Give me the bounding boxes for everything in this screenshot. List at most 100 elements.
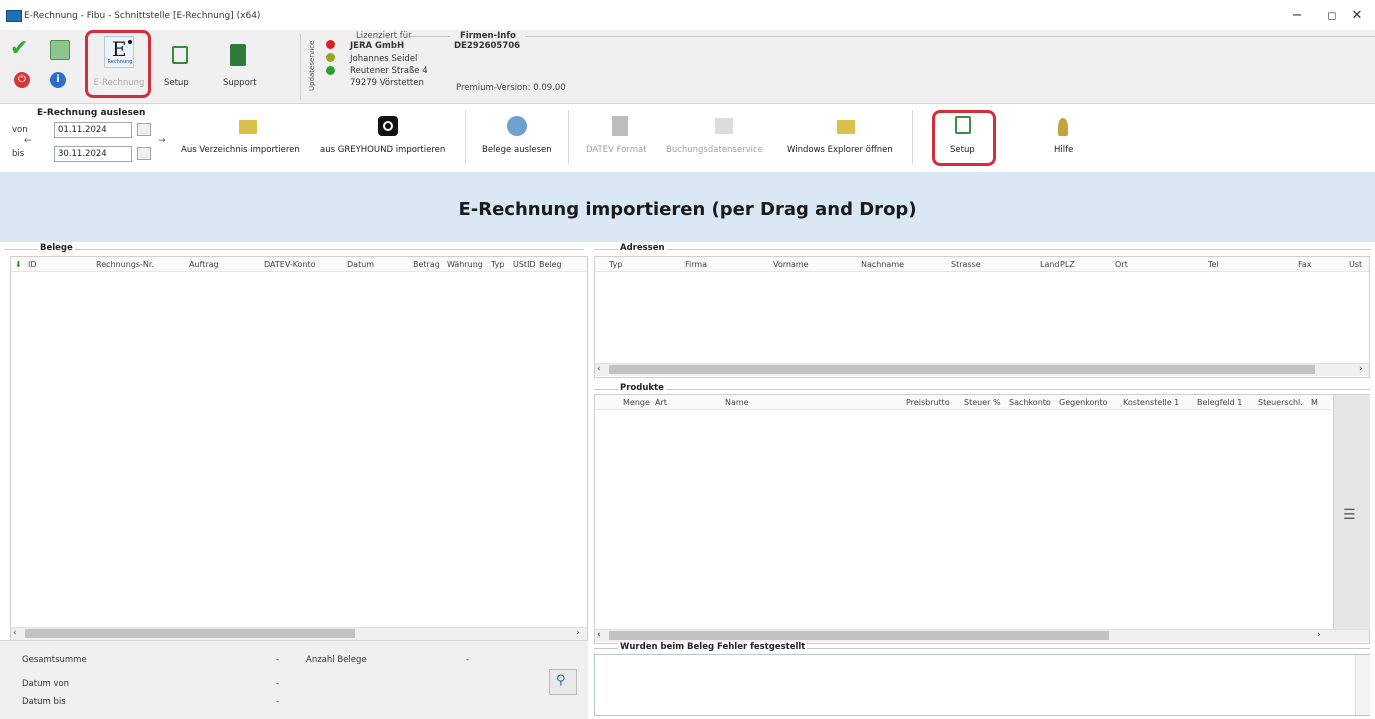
fehler-textbox[interactable]: [594, 654, 1370, 716]
scroll-thumb[interactable]: [609, 365, 1315, 374]
title-bar: E-Rechnung - Fibu - Schnittstelle [E-Rec…: [0, 0, 1375, 30]
column-header[interactable]: UStID: [513, 260, 536, 269]
save-icon[interactable]: [50, 40, 70, 60]
gears-icon: [507, 116, 527, 136]
column-header[interactable]: Rechnungs-Nr.: [96, 260, 154, 269]
belege-auslesen-button[interactable]: Belege auslesen: [482, 145, 552, 155]
minimize-button[interactable]: −: [1280, 6, 1314, 26]
hilfe-button[interactable]: Hilfe: [1054, 145, 1073, 155]
column-header[interactable]: Typ: [491, 260, 504, 269]
scroll-left-icon[interactable]: ‹: [13, 628, 17, 638]
column-header[interactable]: DATEV-Konto: [264, 260, 316, 269]
adressen-title: Adressen: [618, 243, 667, 253]
app-icon: [6, 10, 22, 22]
produkte-table[interactable]: Menge Art Name Preisbrutto Steuer % Sach…: [594, 394, 1370, 644]
fehler-title: Wurden beim Beleg Fehler festgestellt: [618, 642, 808, 652]
column-header[interactable]: Datum: [347, 260, 374, 269]
datev-format-button[interactable]: DATEV Format: [586, 145, 647, 155]
bis-date-input[interactable]: [54, 146, 132, 162]
column-header[interactable]: Strasse: [951, 260, 981, 269]
datum-von-value: -: [276, 679, 280, 689]
search-wand-button[interactable]: ⚲: [549, 669, 577, 695]
divider: [525, 36, 1375, 37]
column-header[interactable]: Ust: [1349, 260, 1362, 269]
column-header[interactable]: Tel: [1208, 260, 1219, 269]
column-header[interactable]: Belegfeld 1: [1197, 398, 1242, 407]
column-header[interactable]: Name: [725, 398, 749, 407]
setup-icon[interactable]: [172, 46, 188, 64]
column-header[interactable]: ID: [28, 260, 37, 269]
lizenz-name: Johannes Seidel: [350, 54, 418, 64]
windows-explorer-button[interactable]: Windows Explorer öffnen: [787, 145, 893, 155]
columns-icon[interactable]: ☰: [1343, 507, 1356, 523]
folder-icon: [837, 120, 855, 134]
scroll-right-icon[interactable]: ›: [1359, 364, 1363, 374]
column-header[interactable]: Art: [655, 398, 667, 407]
column-header[interactable]: Steuerschl.: [1258, 398, 1303, 407]
next-arrow-icon[interactable]: →: [158, 136, 166, 146]
datum-bis-label: Datum bis: [22, 697, 66, 707]
von-label: von: [12, 125, 28, 135]
belege-scrollbar[interactable]: ‹ ›: [11, 627, 587, 640]
column-header[interactable]: Betrag: [413, 260, 440, 269]
scroll-right-icon[interactable]: ›: [576, 628, 580, 638]
scroll-thumb[interactable]: [25, 629, 355, 638]
column-header[interactable]: Beleg: [539, 260, 562, 269]
fehler-scrollbar[interactable]: [1355, 655, 1370, 715]
column-header[interactable]: Währung: [447, 260, 483, 269]
scroll-left-icon[interactable]: ‹: [597, 630, 601, 640]
check-icon[interactable]: ✔: [10, 38, 28, 60]
column-header[interactable]: M: [1311, 398, 1318, 407]
scroll-thumb[interactable]: [609, 631, 1109, 640]
column-header[interactable]: Gegenkonto: [1059, 398, 1108, 407]
search-icon: ⚲: [556, 673, 566, 688]
highlight-setup: [932, 110, 996, 166]
column-header[interactable]: Nachname: [861, 260, 904, 269]
gesamtsumme-value: -: [276, 655, 280, 665]
adressen-scrollbar[interactable]: ‹ ›: [595, 363, 1369, 376]
column-header[interactable]: Vorname: [773, 260, 809, 269]
calendar-icon[interactable]: [137, 123, 151, 136]
column-header[interactable]: Steuer %: [964, 398, 1001, 407]
scroll-left-icon[interactable]: ‹: [597, 364, 601, 374]
info-icon[interactable]: i: [50, 72, 66, 88]
support-label: Support: [223, 78, 257, 88]
anzahl-label: Anzahl Belege: [306, 655, 367, 665]
highlight-e-rechnung: [85, 30, 151, 98]
divider: [300, 34, 301, 100]
close-button[interactable]: ✕: [1340, 6, 1374, 26]
scroll-right-icon[interactable]: ›: [1317, 630, 1321, 640]
column-header[interactable]: Kostenstelle 1: [1123, 398, 1179, 407]
von-date-input[interactable]: [54, 122, 132, 138]
lizenz-city: 79279 Vörstetten: [350, 78, 424, 88]
lizenz-company: JERA GmbH: [350, 41, 405, 51]
column-header[interactable]: Menge: [623, 398, 650, 407]
window-title: E-Rechnung - Fibu - Schnittstelle [E-Rec…: [24, 11, 261, 21]
column-header[interactable]: Firma: [685, 260, 707, 269]
import-greyhound-button[interactable]: aus GREYHOUND importieren: [320, 145, 445, 155]
produkte-scrollbar[interactable]: ‹ ›: [595, 629, 1369, 642]
power-icon[interactable]: ⏻: [14, 72, 30, 88]
column-header[interactable]: Sachkonto: [1009, 398, 1051, 407]
sort-icon: ⬇: [15, 260, 22, 269]
column-header[interactable]: Typ: [609, 260, 622, 269]
bis-label: bis: [12, 149, 25, 159]
prev-arrow-icon[interactable]: ←: [24, 136, 32, 146]
import-directory-button[interactable]: Aus Verzeichnis importieren: [181, 145, 300, 155]
column-header[interactable]: Land: [1040, 260, 1060, 269]
column-header[interactable]: Preisbrutto: [906, 398, 950, 407]
column-header[interactable]: PLZ: [1060, 260, 1075, 269]
column-header[interactable]: Ort: [1115, 260, 1128, 269]
help-icon: [1058, 118, 1068, 136]
adressen-table[interactable]: Typ Firma Vorname Nachname Strasse Land …: [594, 256, 1370, 378]
column-header[interactable]: Auftrag: [189, 260, 219, 269]
anzahl-value: -: [466, 655, 470, 665]
divider: [594, 249, 1370, 250]
support-icon[interactable]: [230, 44, 246, 66]
updateservice-label: Updateservice: [308, 40, 316, 92]
buchungsdaten-button[interactable]: Buchungsdatenservice: [666, 145, 763, 155]
calendar-icon[interactable]: [137, 147, 151, 160]
column-header[interactable]: Fax: [1298, 260, 1312, 269]
belege-table[interactable]: ⬇ ID Rechnungs-Nr. Auftrag DATEV-Konto D…: [10, 256, 588, 644]
status-dot-red: [326, 40, 335, 49]
